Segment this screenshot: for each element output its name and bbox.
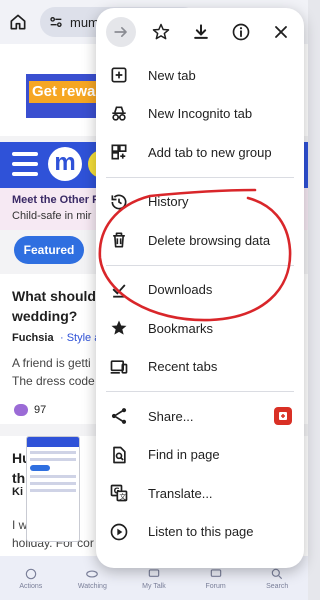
menu-item-translate[interactable]: G文 Translate... [96,474,304,513]
history-icon [108,191,130,213]
close-button[interactable] [266,17,296,47]
share-icon [108,405,130,427]
find-in-page-icon [108,444,130,466]
menu-item-new-tab[interactable]: New tab [96,56,304,95]
share-app-badge-icon[interactable] [274,407,292,425]
promo-title: Meet the Other P [12,194,100,206]
browser-overflow-menu: New tab New Incognito tab Add tab to new… [96,8,304,568]
incognito-icon [108,103,130,125]
home-button[interactable] [0,0,36,44]
hamburger-menu-icon[interactable] [12,152,38,178]
translate-icon: G文 [108,482,130,504]
forum-icon [210,568,221,577]
circle-icon [25,568,37,579]
svg-text:文: 文 [119,492,126,501]
comment-count: 97 [14,404,46,416]
menu-item-recent-tabs[interactable]: Recent tabs [96,348,304,387]
star-filled-icon [108,317,130,339]
tab-group-icon [108,141,130,163]
chat-icon [148,568,160,577]
menu-toolbar [96,8,304,56]
menu-item-find-in-page[interactable]: Find in page [96,436,304,475]
thread-author: Ki [12,486,23,498]
page-info-button[interactable] [226,17,256,47]
arrow-forward-icon [114,27,127,38]
search-icon [271,568,283,579]
menu-item-listen-to-page[interactable]: Listen to this page [96,513,304,552]
menu-item-share[interactable]: Share... [96,397,304,436]
site-settings-icon [50,17,62,27]
new-tab-icon [108,64,130,86]
bottom-nav-item[interactable]: Watching [72,567,112,590]
site-logo[interactable]: m [48,147,82,181]
menu-item-new-incognito-tab[interactable]: New Incognito tab [96,95,304,134]
star-icon [152,23,170,40]
thread-excerpt: A friend is getti The dress code [12,356,95,388]
tab-thumbnail[interactable] [26,436,80,542]
bookmark-button[interactable] [146,17,176,47]
close-icon [275,26,287,38]
thread-title: What should wedding? [12,288,96,324]
bottom-nav-item[interactable]: Actions [11,567,51,590]
menu-item-delete-browsing-data[interactable]: Delete browsing data [96,221,304,260]
menu-item-bookmarks[interactable]: Bookmarks [96,309,304,348]
play-circle-icon [108,521,130,543]
eye-icon [86,570,99,577]
promo-subtitle: Child-safe in mir [12,210,92,222]
download-icon [194,24,208,39]
home-icon [10,14,26,30]
menu-item-downloads[interactable]: Downloads [96,271,304,310]
download-done-icon [108,279,130,301]
menu-item-history[interactable]: History [96,183,304,222]
menu-divider [106,176,294,178]
bottom-nav-item[interactable]: My Talk [134,567,174,590]
ad-banner[interactable]: Get rewar [26,74,132,118]
thread-author: Fuchsia [12,332,54,344]
bottom-nav-item[interactable]: Search [257,567,297,590]
menu-item-add-tab-to-group[interactable]: Add tab to new group [96,133,304,172]
comment-icon [14,404,28,416]
bottom-nav-item[interactable]: Forum [196,567,236,590]
devices-icon [108,356,130,378]
download-page-button[interactable] [186,17,216,47]
trash-icon [108,229,130,251]
forward-button[interactable] [106,17,136,47]
thread-category[interactable]: · Style a [60,332,100,344]
menu-divider [106,391,294,392]
menu-divider [106,264,294,266]
featured-tab[interactable]: Featured [14,236,84,264]
info-icon [232,23,250,41]
